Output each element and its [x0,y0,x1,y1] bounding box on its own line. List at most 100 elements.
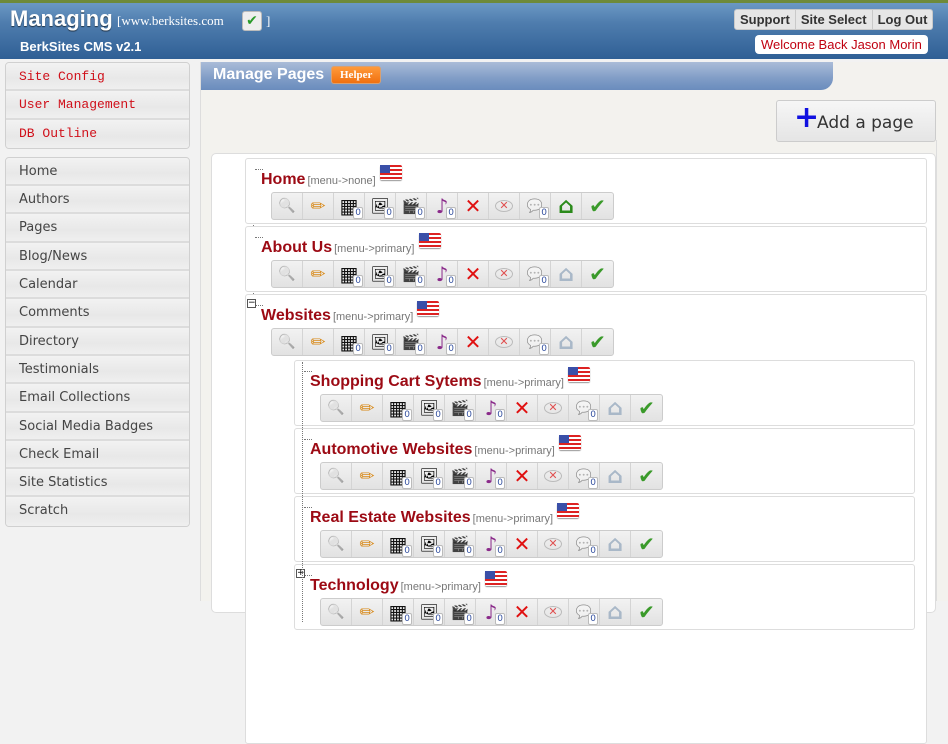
us-flag-icon[interactable] [417,301,440,316]
edit-button[interactable]: ✏ [303,193,334,219]
grid-button[interactable]: ▦ 0 [383,531,414,557]
page-name-link[interactable]: Home [261,171,305,188]
video-button[interactable]: 🎬 0 [396,329,427,355]
sidebar-item-email-collections[interactable]: Email Collections [6,384,189,413]
collapse-icon[interactable]: − [247,299,256,308]
approve-button[interactable]: ✔ [631,395,662,421]
us-flag-icon[interactable] [379,165,402,180]
page-name-link[interactable]: About Us [261,239,332,256]
home-button[interactable]: ⌂ [600,463,631,489]
edit-button[interactable]: ✏ [352,599,383,625]
music-button[interactable]: ♪ 0 [427,329,458,355]
home-button[interactable]: ⌂ [600,395,631,421]
music-button[interactable]: ♪ 0 [476,463,507,489]
view-button[interactable]: 🔍 [272,261,303,287]
sidebar-item-user-management[interactable]: User Management [6,91,189,120]
remove-comment-button[interactable]: ✕ [538,463,569,489]
sidebar-item-db-outline[interactable]: DB Outline [6,119,189,148]
add-page-button[interactable]: + Add a page [776,100,936,142]
edit-button[interactable]: ✏ [352,395,383,421]
approve-button[interactable]: ✔ [582,261,613,287]
music-button[interactable]: ♪ 0 [476,395,507,421]
grid-button[interactable]: ▦ 0 [334,261,365,287]
page-name-link[interactable]: Automotive Websites [310,441,472,458]
video-button[interactable]: 🎬 0 [445,463,476,489]
video-button[interactable]: 🎬 0 [445,395,476,421]
sidebar-item-site-statistics[interactable]: Site Statistics [6,469,189,498]
sidebar-item-blog-news[interactable]: Blog/News [6,242,189,272]
edit-button[interactable]: ✏ [303,329,334,355]
remove-comment-button[interactable]: ✕ [538,395,569,421]
music-button[interactable]: ♪ 0 [427,261,458,287]
sidebar-item-check-email[interactable]: Check Email [6,440,189,470]
music-button[interactable]: ♪ 0 [476,531,507,557]
comments-button[interactable]: 💬 0 [569,531,600,557]
us-flag-icon[interactable] [567,367,590,382]
image-button[interactable]: 🖼 0 [414,395,445,421]
page-name-link[interactable]: Technology [310,577,399,594]
remove-comment-button[interactable]: ✕ [489,193,520,219]
page-name-link[interactable]: Websites [261,307,331,324]
delete-button[interactable]: ✕ [458,261,489,287]
sidebar-item-directory[interactable]: Directory [6,327,189,356]
delete-button[interactable]: ✕ [507,531,538,557]
home-button[interactable]: ⌂ [551,329,582,355]
image-button[interactable]: 🖼 0 [414,463,445,489]
edit-button[interactable]: ✏ [303,261,334,287]
sidebar-item-scratch[interactable]: Scratch [6,497,189,526]
view-button[interactable]: 🔍 [272,329,303,355]
image-button[interactable]: 🖼 0 [365,193,396,219]
page-name-link[interactable]: Real Estate Websites [310,509,471,526]
us-flag-icon[interactable] [557,503,580,518]
view-button[interactable]: 🔍 [321,463,352,489]
video-button[interactable]: 🎬 0 [445,599,476,625]
comments-button[interactable]: 💬 0 [569,599,600,625]
sidebar-item-authors[interactable]: Authors [6,186,189,215]
image-button[interactable]: 🖼 0 [365,329,396,355]
sidebar-item-testimonials[interactable]: Testimonials [6,355,189,385]
view-button[interactable]: 🔍 [272,193,303,219]
remove-comment-button[interactable]: ✕ [489,261,520,287]
grid-button[interactable]: ▦ 0 [383,395,414,421]
image-button[interactable]: 🖼 0 [414,531,445,557]
comments-button[interactable]: 💬 0 [520,329,551,355]
comments-button[interactable]: 💬 0 [520,193,551,219]
video-button[interactable]: 🎬 0 [396,193,427,219]
helper-button[interactable]: Helper [331,66,382,84]
page-name-link[interactable]: Shopping Cart Sytems [310,373,482,390]
home-button[interactable]: ⌂ [551,193,582,219]
remove-comment-button[interactable]: ✕ [538,531,569,557]
sidebar-item-pages[interactable]: Pages [6,214,189,243]
image-button[interactable]: 🖼 0 [414,599,445,625]
support-button[interactable]: Support [735,10,796,29]
home-button[interactable]: ⌂ [600,599,631,625]
comments-button[interactable]: 💬 0 [569,395,600,421]
sidebar-item-site-config[interactable]: Site Config [6,63,189,92]
comments-button[interactable]: 💬 0 [569,463,600,489]
view-button[interactable]: 🔍 [321,395,352,421]
us-flag-icon[interactable] [418,233,441,248]
delete-button[interactable]: ✕ [458,193,489,219]
grid-button[interactable]: ▦ 0 [383,599,414,625]
delete-button[interactable]: ✕ [507,463,538,489]
edit-button[interactable]: ✏ [352,463,383,489]
us-flag-icon[interactable] [558,435,581,450]
music-button[interactable]: ♪ 0 [476,599,507,625]
video-button[interactable]: 🎬 0 [445,531,476,557]
delete-button[interactable]: ✕ [507,599,538,625]
approve-button[interactable]: ✔ [631,463,662,489]
home-button[interactable]: ⌂ [600,531,631,557]
sidebar-item-social-media-badges[interactable]: Social Media Badges [6,412,189,441]
delete-button[interactable]: ✕ [507,395,538,421]
expand-icon[interactable]: + [296,569,305,578]
video-button[interactable]: 🎬 0 [396,261,427,287]
comments-button[interactable]: 💬 0 [520,261,551,287]
music-button[interactable]: ♪ 0 [427,193,458,219]
log-out-button[interactable]: Log Out [873,10,933,29]
grid-button[interactable]: ▦ 0 [334,329,365,355]
image-button[interactable]: 🖼 0 [365,261,396,287]
us-flag-icon[interactable] [484,571,507,586]
home-button[interactable]: ⌂ [551,261,582,287]
view-button[interactable]: 🔍 [321,531,352,557]
approve-button[interactable]: ✔ [582,193,613,219]
